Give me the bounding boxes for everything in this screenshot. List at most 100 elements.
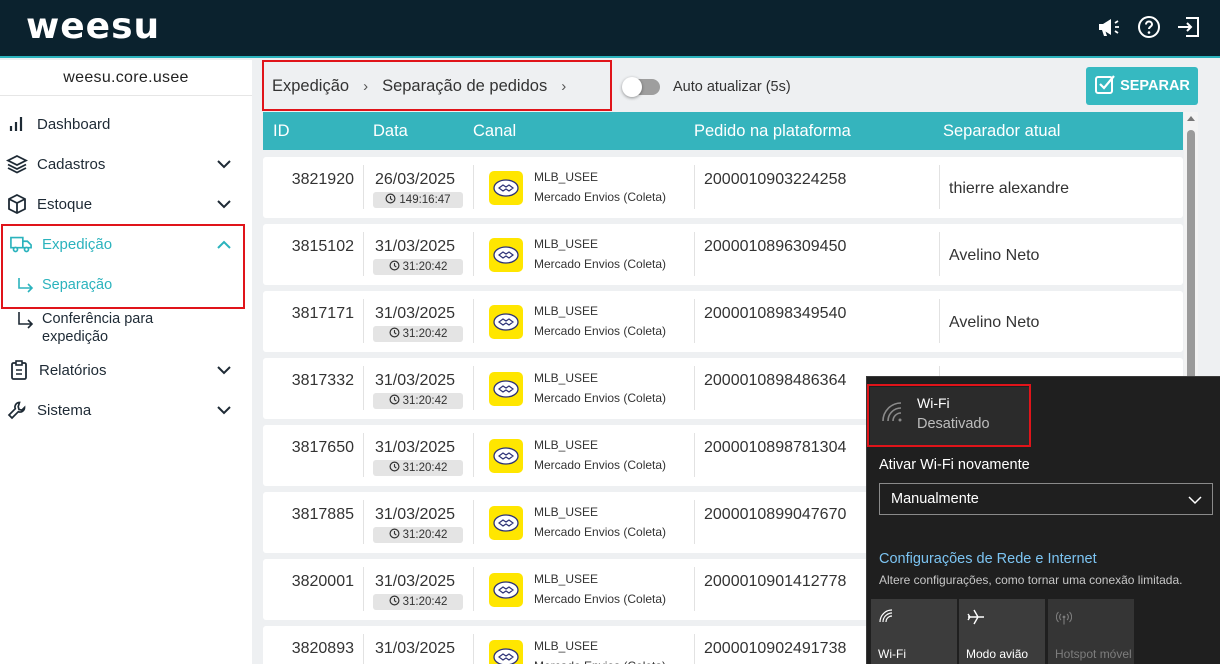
- cell-channel: MLB_USEE: [534, 371, 599, 385]
- separar-button[interactable]: SEPARAR: [1086, 67, 1198, 105]
- quick-tile-airplane[interactable]: Modo avião: [959, 599, 1045, 664]
- clock-icon: [385, 193, 396, 207]
- wifi-off-icon: [880, 401, 906, 428]
- announcement-icon[interactable]: [1096, 14, 1122, 40]
- quick-tile-hotspot[interactable]: Hotspot móvel: [1048, 599, 1134, 664]
- cell-divider: [473, 232, 474, 276]
- cell-order-number: 2000010902491738: [704, 640, 847, 657]
- chevron-down-icon[interactable]: [214, 194, 234, 214]
- mercado-livre-handshake-icon: [489, 372, 523, 406]
- elapsed-timer-badge: 31:20:42: [373, 326, 463, 342]
- truck-icon: [10, 233, 32, 255]
- sidebar-subitem-label: Separação: [42, 277, 113, 293]
- sidebar-item-expedicao[interactable]: Expedição: [0, 226, 252, 262]
- cell-divider: [473, 634, 474, 664]
- sidebar-item-cadastros[interactable]: Cadastros: [0, 146, 252, 182]
- chevron-down-icon[interactable]: [214, 400, 234, 420]
- column-header-data[interactable]: Data: [373, 122, 408, 141]
- cell-divider: [363, 567, 364, 611]
- cell-divider: [939, 299, 940, 343]
- breadcrumb-item-separacao[interactable]: Separação de pedidos: [382, 77, 547, 96]
- network-settings-link[interactable]: Configurações de Rede e Internet: [879, 551, 1097, 567]
- scroll-up-icon[interactable]: [1187, 116, 1195, 121]
- cell-divider: [473, 500, 474, 544]
- elapsed-timer-badge: 31:20:42: [373, 259, 463, 275]
- column-header-canal[interactable]: Canal: [473, 122, 516, 141]
- mercado-livre-handshake-icon: [489, 506, 523, 540]
- cell-date: 31/03/2025: [375, 305, 456, 322]
- cell-date: 31/03/2025: [375, 439, 456, 456]
- auto-update-label: Auto atualizar (5s): [673, 79, 791, 95]
- cell-channel: MLB_USEE: [534, 572, 599, 586]
- elapsed-time: 31:20:42: [402, 261, 448, 273]
- sidebar-item-dashboard[interactable]: Dashboard: [0, 106, 252, 142]
- clock-icon: [389, 528, 400, 542]
- sidebar-subitem-conferencia[interactable]: Conferência para expedição: [0, 310, 252, 348]
- wifi-icon: [879, 609, 893, 628]
- help-icon[interactable]: [1136, 14, 1162, 40]
- column-header-id[interactable]: ID: [273, 122, 290, 141]
- top-icons: [1096, 14, 1202, 40]
- wifi-status-tile[interactable]: Wi-Fi Desativado: [870, 387, 1030, 445]
- cell-channel: MLB_USEE: [534, 505, 599, 519]
- sidebar-item-sistema[interactable]: Sistema: [0, 392, 252, 428]
- sidebar-subitem-separacao[interactable]: Separação: [0, 276, 252, 296]
- table-row[interactable]: 3821920 26/03/2025 149:16:47 MLB_USEE Me…: [263, 157, 1183, 218]
- cell-shipping: Mercado Envios (Coleta): [534, 324, 667, 338]
- cell-divider: [694, 634, 695, 664]
- breadcrumb-chevron-icon: ›: [561, 78, 567, 95]
- clock-icon: [389, 260, 400, 274]
- separar-label: SEPARAR: [1120, 78, 1190, 94]
- chevron-up-icon[interactable]: [214, 234, 234, 254]
- cell-date: 31/03/2025: [375, 640, 456, 657]
- cell-divider: [363, 500, 364, 544]
- cell-divider: [694, 500, 695, 544]
- chevron-down-icon[interactable]: [214, 360, 234, 380]
- cell-shipping: Mercado Envios (Coleta): [534, 391, 667, 405]
- logout-icon[interactable]: [1176, 14, 1202, 40]
- mercado-livre-handshake-icon: [489, 305, 523, 339]
- chevron-down-icon[interactable]: [214, 154, 234, 174]
- cell-id: 3817171: [291, 305, 354, 322]
- column-header-pedido[interactable]: Pedido na plataforma: [694, 122, 851, 141]
- cell-divider: [473, 366, 474, 410]
- breadcrumb: Expedição › Separação de pedidos ›: [272, 77, 566, 96]
- sidebar: weesu.core.usee Dashboard Cadastros Esto…: [0, 60, 252, 664]
- quick-tile-wifi[interactable]: Wi-Fi: [871, 599, 957, 664]
- cell-order-number: 2000010899047670: [704, 506, 847, 523]
- sidebar-item-label: Estoque: [37, 195, 93, 213]
- table-row[interactable]: 3817171 31/03/2025 31:20:42 MLB_USEE Mer…: [263, 291, 1183, 352]
- cell-order-number: 2000010898486364: [704, 372, 847, 389]
- auto-update-toggle[interactable]: [622, 77, 660, 97]
- breadcrumb-item-expedicao[interactable]: Expedição: [272, 77, 349, 96]
- sidebar-item-estoque[interactable]: Estoque: [0, 186, 252, 222]
- wifi-flyout: Wi-Fi Desativado Ativar Wi-Fi novamente …: [866, 376, 1220, 664]
- cell-date: 26/03/2025: [375, 171, 456, 188]
- clock-icon: [389, 595, 400, 609]
- chevron-down-icon: [1188, 492, 1202, 510]
- subitem-arrow-icon: [16, 312, 36, 334]
- elapsed-timer-badge: 31:20:42: [373, 460, 463, 476]
- sidebar-item-relatorios[interactable]: Relatórios: [0, 352, 252, 388]
- cell-shipping: Mercado Envios (Coleta): [534, 190, 667, 204]
- cell-date: 31/03/2025: [375, 573, 456, 590]
- toggle-knob: [622, 77, 642, 97]
- cell-order-number: 2000010898781304: [704, 439, 847, 456]
- table-row[interactable]: 3815102 31/03/2025 31:20:42 MLB_USEE Mer…: [263, 224, 1183, 285]
- quick-tile-label: Hotspot móvel: [1055, 647, 1132, 661]
- elapsed-timer-badge: 31:20:42: [373, 527, 463, 543]
- reactivate-dropdown[interactable]: Manualmente: [879, 483, 1213, 515]
- cell-divider: [363, 232, 364, 276]
- wrench-icon: [6, 399, 28, 421]
- wifi-status: Desativado: [917, 416, 990, 432]
- clock-icon: [389, 327, 400, 341]
- cell-id: 3820893: [291, 640, 354, 657]
- cell-divider: [939, 232, 940, 276]
- weesu-logo[interactable]: weesu: [26, 6, 160, 47]
- column-header-separador[interactable]: Separador atual: [943, 122, 1060, 141]
- cell-shipping: Mercado Envios (Coleta): [534, 525, 667, 539]
- subitem-arrow-icon: [16, 278, 36, 298]
- wifi-title: Wi-Fi: [917, 395, 950, 411]
- reactivate-label: Ativar Wi-Fi novamente: [879, 457, 1030, 473]
- cell-shipping: Mercado Envios (Coleta): [534, 659, 666, 664]
